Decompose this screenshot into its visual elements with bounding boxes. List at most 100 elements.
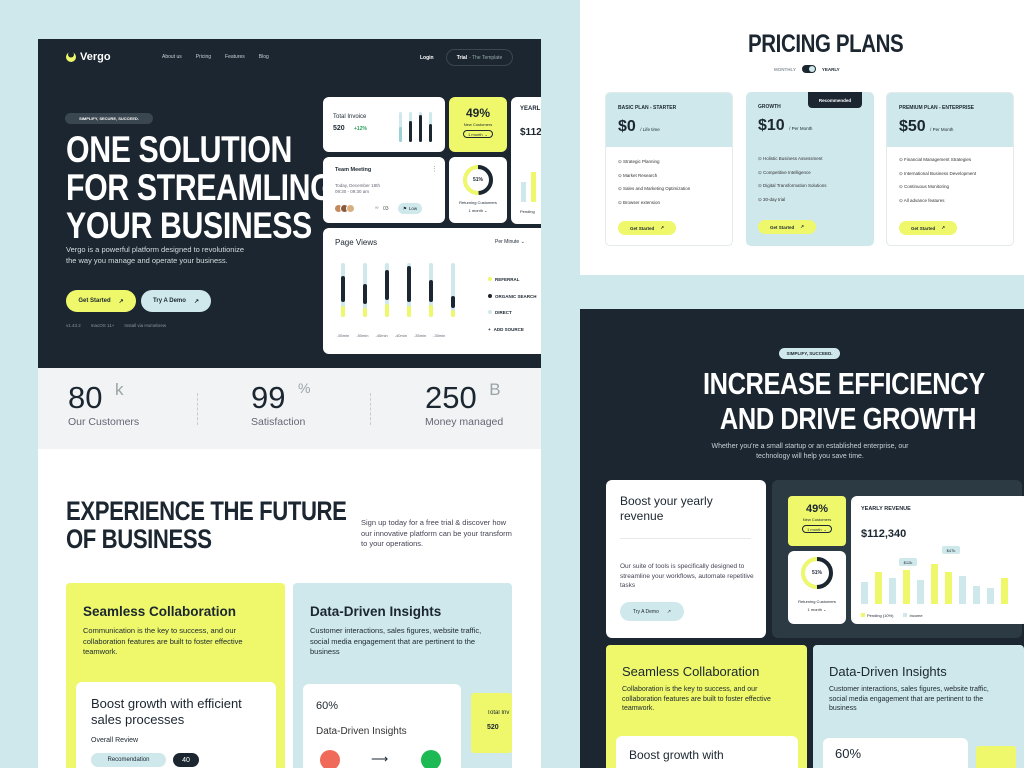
plan-features: ⊙ Strategic Planning ⊙ Market Research ⊙…	[606, 147, 732, 217]
boost-demo-button[interactable]: Try A Demo ↗	[620, 602, 684, 621]
legend-pending: Pending (10%)	[861, 613, 893, 618]
meeting-date: Today, December 18th	[335, 183, 380, 188]
insights2-pct: 60%	[835, 746, 862, 761]
clip-value: 520	[487, 724, 499, 731]
add-source-button[interactable]: + ADD SOURCE	[488, 322, 537, 339]
arrow-up-right-icon: ↗	[193, 298, 199, 305]
tick-label: -45min	[375, 333, 388, 338]
growth-title: INCREASE EFFICIENCY AND DRIVE GROWTH	[703, 366, 985, 436]
collab2-title: Seamless Collaboration	[622, 664, 760, 679]
page-views-filter[interactable]: Per Minute ⌄	[495, 239, 525, 245]
pricing-title: PRICING PLANS	[748, 30, 904, 58]
plan-price: $0	[618, 118, 636, 135]
plan-period: / Per Month	[789, 126, 813, 131]
feature-item: ⊙ Competitive Intelligence	[758, 166, 862, 180]
boost-revenue-card: Boost your yearly revenue Our suite of t…	[606, 480, 766, 638]
invoice-value: 520	[333, 125, 345, 132]
brand-logo[interactable]: Vergo	[65, 51, 111, 63]
legend-label: REFERRAL	[495, 277, 520, 282]
install-text: Install via Homebrew	[124, 323, 167, 328]
feature-label: 30-day trial	[763, 196, 786, 202]
feature-item: ⊙ Strategic Planning	[618, 155, 720, 169]
chevron-down-icon: ⌄	[484, 131, 488, 137]
insights-card: Data-Driven Insights Customer interactio…	[293, 583, 512, 768]
nav-features[interactable]: Features	[225, 54, 245, 60]
plan-card-growth: Recommended GROWTH $10 / Per Month ⊙ Hol…	[746, 92, 874, 246]
growth-title-line-1: INCREASE EFFICIENCY	[703, 366, 985, 401]
collaboration-card: Seamless Collaboration Communication is …	[66, 583, 285, 768]
ret-select[interactable]: 1 month ⌄	[788, 607, 846, 612]
attachment-icon: ∞	[375, 205, 379, 211]
plan-features: ⊙ Financial Management Strategies ⊙ Inte…	[887, 147, 1013, 213]
invoice-delta: +12%	[354, 126, 367, 132]
month-select[interactable]: 1 month ⌄	[802, 525, 832, 533]
new-customers-select[interactable]: 1 month ⌄	[463, 130, 493, 138]
collab2-description: Collaboration is the key to success, and…	[622, 686, 771, 712]
try-demo-button[interactable]: Try A Demo ↗	[141, 290, 211, 312]
stat-label: Our Customers	[68, 416, 140, 428]
plan-period: / Per Month	[930, 127, 954, 132]
hero-title: ONE SOLUTION FOR STREAMLING YOUR BUSINES…	[66, 131, 334, 245]
login-link[interactable]: Login	[420, 55, 434, 61]
team-meeting-card: Team Meeting ⋮ Today, December 18th 09:3…	[323, 157, 445, 223]
more-icon[interactable]: ⋮	[431, 165, 438, 173]
feature-label: Sales and Marketing Optimization	[623, 186, 691, 191]
plan-card-starter: BASIC PLAN - STARTER $0 / Life time ⊙ St…	[605, 92, 733, 246]
experience-title-line-1: EXPERIENCE THE FUTURE	[66, 496, 347, 526]
stat-divider	[197, 393, 198, 425]
insights-inner-card: 60% Data-Driven Insights ⟶	[303, 684, 461, 768]
nav-about[interactable]: About us	[162, 54, 182, 60]
billing-toggle[interactable]: MONTHLY YEARLY	[774, 65, 840, 73]
nav-pricing[interactable]: Pricing	[196, 54, 211, 60]
feature-item: ⊙ Continuous Monitoring	[899, 180, 1001, 194]
avatar	[346, 204, 355, 213]
tick-label: -35min	[413, 333, 427, 338]
feature-item: ⊙ International Business Development	[899, 167, 1001, 181]
growth-panel: SIMPLIFY, SUCCEED. INCREASE EFFICIENCY A…	[580, 309, 1024, 768]
get-started-button[interactable]: Get Started ↗	[66, 290, 136, 312]
arrow-up-right-icon: ↗	[118, 298, 124, 305]
returning-select[interactable]: 1 month ⌄	[449, 208, 507, 213]
boost-description: Our suite of tools is specifically desig…	[620, 563, 754, 589]
feature-item: ⊙ 30-day trial	[758, 193, 862, 207]
plan-period: / Life time	[640, 127, 660, 132]
overall-review-label: Overall Review	[91, 737, 139, 744]
arrow-up-right-icon: ↗	[660, 225, 665, 230]
select-value: 1 month	[468, 208, 483, 213]
collaboration-card-2: Seamless Collaboration Collaboration is …	[606, 645, 807, 768]
revenue-value: $112,340	[861, 528, 907, 540]
meeting-time: 09:30 - 09:30 am	[335, 189, 370, 194]
music-app-icon	[320, 750, 340, 768]
clip-label: Total Inv	[487, 710, 510, 716]
feature-label: Competitive Intelligence	[763, 169, 811, 175]
feature-label: Financial Management Strategies	[904, 157, 972, 162]
trial-label: Trial	[456, 54, 468, 61]
nav-blog[interactable]: Blog	[259, 54, 269, 60]
experience-title: EXPERIENCE THE FUTURE OF BUSINESS	[66, 496, 347, 554]
plan-cta-button[interactable]: Get Started ↗	[618, 221, 676, 235]
plan-cta-button[interactable]: Get Started ↗	[899, 221, 957, 235]
toggle-monthly[interactable]: MONTHLY	[774, 67, 796, 72]
demo-label: Try A Demo	[632, 608, 659, 615]
meeting-title: Team Meeting	[335, 167, 372, 173]
arrow-up-right-icon: ↗	[941, 225, 946, 230]
feature-item: ⊙ Digital Transformation Solutions	[758, 179, 862, 193]
arrow-up-right-icon: ↗	[800, 224, 805, 229]
legend-direct: DIRECT	[488, 305, 537, 322]
plus-icon: +	[488, 326, 491, 332]
legend-referral: REFERRAL	[488, 272, 537, 289]
total-invoice-card: Total Invoice 520 +12%	[323, 97, 445, 152]
toggle-switch[interactable]	[801, 65, 816, 73]
priority-text: Low	[408, 206, 418, 211]
legend-label: Income	[909, 613, 923, 618]
plan-name: BASIC PLAN - STARTER	[618, 105, 677, 111]
yearly-revenue-clip-card: YEARL $112 Pending	[511, 97, 541, 224]
plan-cta-button[interactable]: Get Started ↗	[758, 220, 816, 234]
toggle-yearly[interactable]: YEARLY	[822, 67, 840, 72]
boost-growth-card: Boost growth with efficient sales proces…	[76, 682, 276, 768]
trial-button[interactable]: Trial - The Template	[446, 49, 513, 66]
try-demo-label: Try A Demo	[153, 298, 186, 304]
recommendation-label: Recomendation	[107, 757, 150, 763]
new-label: New Customers	[802, 517, 832, 522]
experience-title-line-2: OF BUSINESS	[66, 524, 212, 554]
